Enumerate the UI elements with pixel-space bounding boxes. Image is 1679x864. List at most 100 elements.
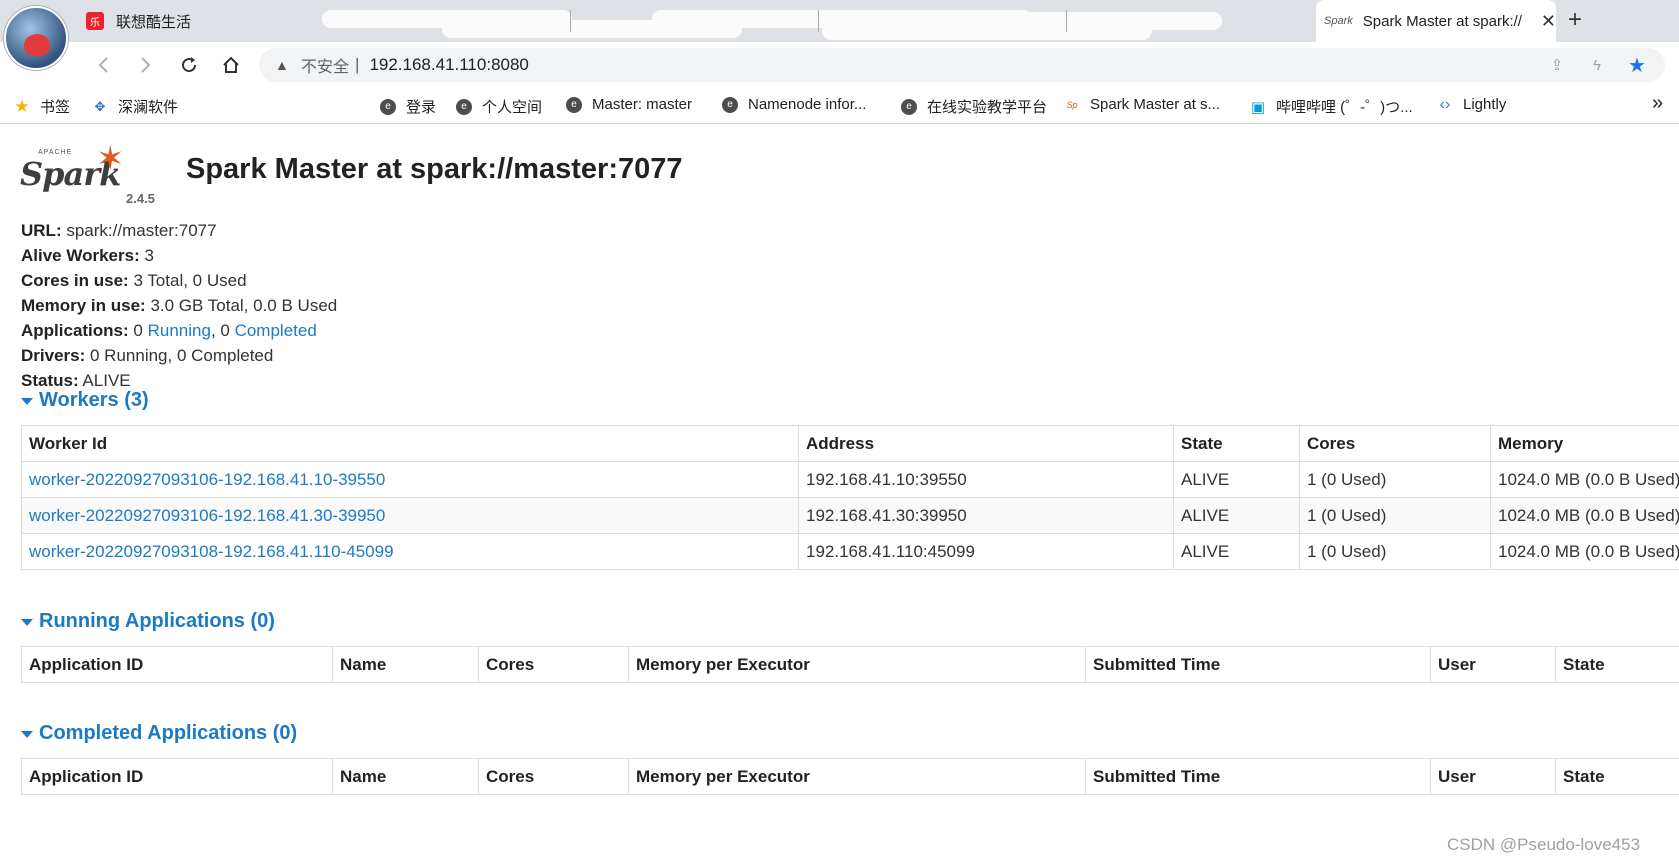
completed-apps-section-toggle[interactable]: Completed Applications (0) bbox=[21, 722, 297, 745]
bookmark-label: 登录 bbox=[406, 99, 437, 116]
tab-separator bbox=[570, 10, 571, 32]
bookmark-item[interactable]: e 个人空间 bbox=[456, 96, 542, 117]
worker-cores: 1 (0 Used) bbox=[1299, 533, 1491, 570]
collapse-triangle-icon bbox=[21, 731, 33, 738]
summary-workers: Alive Workers: 3 bbox=[21, 246, 154, 265]
e-circle-icon: e bbox=[566, 96, 582, 113]
bookmark-item[interactable]: e Master: master bbox=[566, 96, 692, 113]
bookmarks-more-button[interactable]: » bbox=[1652, 92, 1663, 115]
bookmark-label: 哔哩哔哩 (゜-゜)つ... bbox=[1276, 99, 1413, 116]
workers-section-toggle[interactable]: Workers (3) bbox=[21, 389, 149, 412]
worker-address: 192.168.41.30:39950 bbox=[798, 497, 1174, 534]
worker-state: ALIVE bbox=[1173, 497, 1300, 534]
bookmark-item[interactable]: ‹› Lightly bbox=[1437, 96, 1507, 114]
spark-star-icon: ✶ bbox=[96, 140, 125, 178]
worker-memory: 1024.0 MB (0.0 B Used) bbox=[1490, 533, 1679, 570]
tab-title: Spark Master at spark:// bbox=[1362, 12, 1522, 30]
bookmark-label: 个人空间 bbox=[482, 99, 543, 116]
column-header[interactable]: State bbox=[1555, 758, 1679, 795]
back-button[interactable] bbox=[88, 50, 118, 80]
master-summary: URL: spark://master:7077 Alive Workers: … bbox=[21, 218, 337, 393]
worker-memory: 1024.0 MB (0.0 B Used) bbox=[1490, 497, 1679, 534]
chevron-left-icon bbox=[98, 57, 108, 73]
tab-lenovo[interactable]: 乐 联想酷生活 bbox=[80, 0, 320, 42]
summary-url: URL: spark://master:7077 bbox=[21, 221, 217, 240]
forward-button[interactable] bbox=[131, 50, 161, 80]
bookmark-item[interactable]: e 登录 bbox=[380, 96, 436, 117]
bookmark-item[interactable]: Sp Spark Master at s... bbox=[1064, 96, 1220, 113]
spark-icon: Spark bbox=[1324, 15, 1353, 27]
reload-icon bbox=[182, 57, 197, 73]
table-header-row: Application ID Name Cores Memory per Exe… bbox=[21, 758, 1679, 795]
omnibox-actions: ⇪ ϟ ★ bbox=[1547, 55, 1647, 77]
worker-memory: 1024.0 MB (0.0 B Used) bbox=[1490, 461, 1679, 498]
reload-button[interactable] bbox=[174, 50, 204, 80]
bilibili-icon: ▣ bbox=[1250, 98, 1266, 116]
tab-separator bbox=[1066, 10, 1067, 32]
column-header[interactable]: State bbox=[1555, 646, 1679, 683]
table-row: worker-20220927093108-192.168.41.110-450… bbox=[21, 533, 1679, 570]
column-header[interactable]: Application ID bbox=[21, 758, 333, 795]
worker-address: 192.168.41.10:39550 bbox=[798, 461, 1174, 498]
column-header[interactable]: Memory per Executor bbox=[628, 646, 1086, 683]
worker-state: ALIVE bbox=[1173, 533, 1300, 570]
section-heading: Workers (3) bbox=[39, 389, 149, 411]
collapse-triangle-icon bbox=[21, 398, 33, 405]
home-button[interactable] bbox=[216, 50, 246, 80]
security-label[interactable]: 不安全 bbox=[301, 53, 349, 77]
bookmark-item[interactable]: ✥ 深澜软件 bbox=[92, 96, 178, 117]
column-header[interactable]: State bbox=[1173, 425, 1300, 462]
grid-icon: ✥ bbox=[94, 98, 106, 114]
running-apps-link[interactable]: Running bbox=[148, 321, 211, 340]
column-header[interactable]: Address bbox=[798, 425, 1174, 462]
worker-cores: 1 (0 Used) bbox=[1299, 497, 1491, 534]
url-text[interactable]: 192.168.41.110:8080 bbox=[369, 55, 528, 75]
column-header[interactable]: Cores bbox=[478, 758, 629, 795]
bookmark-star-icon[interactable]: ★ bbox=[1627, 55, 1647, 77]
bookmark-item[interactable]: ▣ 哔哩哔哩 (゜-゜)つ... bbox=[1250, 96, 1413, 117]
bookmark-label: Namenode infor... bbox=[748, 96, 867, 113]
worker-id-link[interactable]: worker-20220927093106-192.168.41.30-3995… bbox=[29, 506, 385, 525]
column-header[interactable]: Name bbox=[332, 758, 479, 795]
collapse-triangle-icon bbox=[21, 619, 33, 626]
tab-spark-master[interactable]: Spark Spark Master at spark:// ✕ bbox=[1316, 0, 1556, 42]
column-header[interactable]: Application ID bbox=[21, 646, 333, 683]
column-header[interactable]: Memory per Executor bbox=[628, 758, 1086, 795]
section-heading: Completed Applications (0) bbox=[39, 722, 298, 744]
column-header[interactable]: Cores bbox=[478, 646, 629, 683]
lightning-icon[interactable]: ϟ bbox=[1587, 55, 1607, 75]
bookmark-item[interactable]: e 在线实验教学平台 bbox=[901, 96, 1047, 117]
summary-drivers: Drivers: 0 Running, 0 Completed bbox=[21, 346, 274, 365]
column-header[interactable]: User bbox=[1430, 646, 1556, 683]
worker-id-link[interactable]: worker-20220927093106-192.168.41.10-3955… bbox=[29, 470, 385, 489]
e-circle-icon: e bbox=[722, 96, 738, 113]
completed-apps-link[interactable]: Completed bbox=[235, 321, 317, 340]
column-header[interactable]: Memory bbox=[1490, 425, 1679, 462]
column-header[interactable]: Cores bbox=[1299, 425, 1491, 462]
new-tab-button[interactable]: + bbox=[1568, 6, 1582, 34]
bookmark-label: Master: master bbox=[592, 96, 693, 113]
close-icon[interactable]: ✕ bbox=[1541, 11, 1556, 32]
bookmark-label: Spark Master at s... bbox=[1090, 96, 1221, 113]
profile-avatar[interactable] bbox=[4, 6, 68, 70]
column-header[interactable]: User bbox=[1430, 758, 1556, 795]
section-heading: Running Applications (0) bbox=[39, 610, 275, 632]
running-apps-table: Application ID Name Cores Memory per Exe… bbox=[21, 646, 1679, 683]
worker-id-link[interactable]: worker-20220927093108-192.168.41.110-450… bbox=[29, 542, 394, 561]
bookmark-item[interactable]: e Namenode infor... bbox=[722, 96, 866, 113]
spark-logo[interactable]: APACHE Spark ✶ 2.4.5 bbox=[20, 140, 170, 206]
worker-cores: 1 (0 Used) bbox=[1299, 461, 1491, 498]
completed-apps-table: Application ID Name Cores Memory per Exe… bbox=[21, 758, 1679, 795]
share-icon[interactable]: ⇪ bbox=[1547, 55, 1567, 75]
warning-icon[interactable]: ▲ bbox=[275, 57, 293, 73]
column-header[interactable]: Worker Id bbox=[21, 425, 799, 462]
running-apps-section-toggle[interactable]: Running Applications (0) bbox=[21, 610, 275, 633]
e-circle-icon: e bbox=[380, 98, 396, 115]
column-header[interactable]: Submitted Time bbox=[1085, 758, 1431, 795]
spark-icon: Sp bbox=[1066, 99, 1078, 110]
column-header[interactable]: Submitted Time bbox=[1085, 646, 1431, 683]
column-header[interactable]: Name bbox=[332, 646, 479, 683]
table-row: worker-20220927093106-192.168.41.10-3955… bbox=[21, 461, 1679, 498]
address-bar[interactable]: ▲ 不安全 | 192.168.41.110:8080 ⇪ ϟ ★ bbox=[259, 48, 1665, 82]
bookmark-item[interactable]: ★ 书签 bbox=[14, 96, 70, 117]
